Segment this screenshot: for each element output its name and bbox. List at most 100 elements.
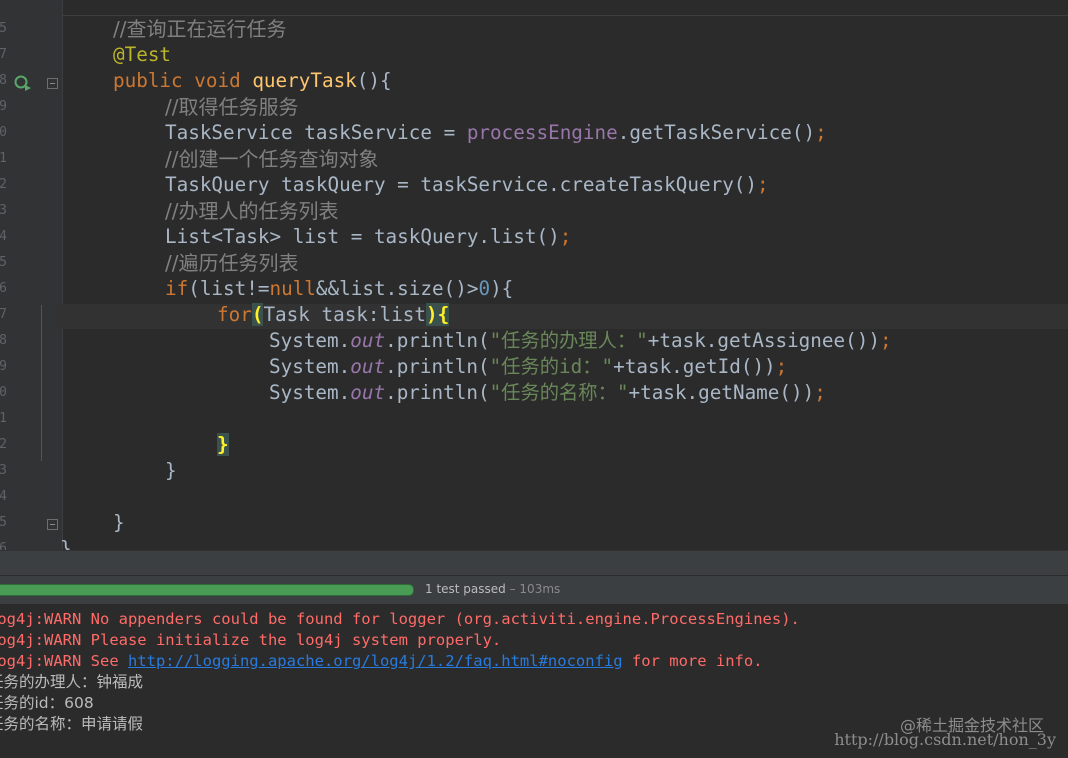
semicolon: ; [757, 173, 769, 196]
console-line: log4j:WARN No appenders could be found f… [0, 610, 800, 628]
console-link[interactable]: http://logging.apache.org/log4j/1.2/faq.… [128, 652, 623, 670]
line-number: 6 [0, 541, 7, 550]
code-text: +task.getName()) [628, 381, 815, 404]
code-text: } [60, 537, 72, 550]
console-line: log4j:WARN See http://logging.apache.org… [0, 651, 763, 672]
code-line: System.out.println("任务的名称："+task.getName… [269, 380, 826, 406]
code-line: } [165, 458, 177, 484]
keyword: if [165, 277, 189, 300]
line-number: 5 [0, 21, 7, 36]
code-line: //办理人的任务列表 [165, 198, 338, 224]
code-editor[interactable]: 5 7 8 9 0 1 2 3 4 5 6 7 8 9 0 1 2 3 4 5 6 //查询正在运行任务 @Test p… [0, 0, 1068, 550]
test-status-label: 1 test passed [425, 582, 506, 596]
code-line: for(Task task:list){ [217, 302, 450, 328]
panel-divider[interactable] [0, 550, 1068, 576]
console-text: for more info. [622, 652, 763, 670]
editor-gutter: 5 7 8 9 0 1 2 3 4 5 6 7 8 9 0 1 2 3 4 5 6 [0, 0, 63, 550]
static-field: out [350, 381, 386, 404]
static-field: out [350, 355, 386, 378]
code-text: (){ [356, 69, 392, 92]
string-literal: "任务的id：" [489, 355, 614, 378]
code-text: Task task:list [263, 303, 426, 326]
code-line: public void queryTask(){ [113, 68, 392, 94]
code-line: System.out.println("任务的id："+task.getId()… [269, 354, 787, 380]
semicolon: ; [775, 355, 788, 378]
matched-brace: } [217, 433, 229, 456]
code-line: if(list!=null&&list.size()>0){ [165, 276, 513, 302]
test-duration: – 103ms [505, 582, 561, 596]
number-literal: 0 [478, 277, 491, 300]
comment: //查询正在运行任务 [113, 17, 287, 41]
code-line: TaskService taskService = processEngine.… [165, 120, 827, 146]
comment: //办理人的任务列表 [165, 199, 339, 223]
code-text: List<Task> list = taskQuery.list() [165, 225, 560, 248]
line-number: 2 [0, 437, 7, 452]
console-line: 任务的id：608 [0, 694, 94, 712]
console-line: log4j:WARN Please initialize the log4j s… [0, 631, 502, 649]
fold-toggle-icon[interactable] [47, 519, 58, 530]
code-text: .println( [385, 381, 490, 404]
line-number: 5 [0, 255, 7, 270]
semicolon: ; [559, 225, 572, 248]
test-status: 1 test passed – 103ms [425, 582, 560, 596]
code-text: .println( [385, 329, 490, 352]
line-number: 3 [0, 203, 7, 218]
code-text: System. [269, 355, 351, 378]
matched-brace: { [437, 303, 450, 326]
line-number: 6 [0, 281, 7, 296]
console-line: 任务的名称：申请请假 [0, 715, 144, 733]
static-field: out [350, 329, 386, 352]
method-name: queryTask [252, 69, 357, 92]
comment: //取得任务服务 [165, 95, 299, 119]
matched-paren: ( [251, 303, 264, 326]
line-number: 7 [0, 307, 7, 322]
comment: //创建一个任务查询对象 [165, 147, 379, 171]
line-number: 8 [0, 333, 7, 348]
current-line-highlight [56, 304, 1068, 329]
code-text: System. [269, 381, 351, 404]
code-line: @Test [113, 42, 171, 68]
code-text: ){ [490, 277, 514, 300]
code-line: } [217, 432, 229, 458]
string-literal: "任务的办理人：" [489, 329, 648, 352]
console-text: log4j:WARN See [0, 652, 128, 670]
line-number: 5 [0, 515, 7, 530]
code-line: System.out.println("任务的办理人："+task.getAss… [269, 328, 892, 354]
fold-guide-line [41, 305, 42, 461]
line-number: 0 [0, 125, 7, 140]
line-number: 1 [0, 151, 7, 166]
watermark-url: http://blog.csdn.net/hon_3y [834, 730, 1056, 749]
code-text: } [165, 459, 177, 482]
code-line: List<Task> list = taskQuery.list(); [165, 224, 571, 250]
string-literal: "任务的名称：" [489, 381, 629, 404]
code-line: //查询正在运行任务 [113, 16, 286, 42]
line-number: 4 [0, 489, 7, 504]
run-test-icon[interactable] [13, 74, 33, 92]
code-text: +task.getId()) [613, 355, 776, 378]
keyword: for [217, 303, 252, 326]
code-line: //创建一个任务查询对象 [165, 146, 378, 172]
code-text: +task.getAssignee()) [647, 329, 880, 352]
line-number: 3 [0, 463, 7, 478]
code-line: TaskQuery taskQuery = taskService.create… [165, 172, 769, 198]
line-number: 9 [0, 359, 7, 374]
semicolon: ; [815, 121, 827, 144]
semicolon: ; [879, 329, 892, 352]
code-line: } [113, 510, 125, 536]
line-number: 8 [0, 73, 7, 88]
line-number: 0 [0, 385, 7, 400]
test-progress-bar [0, 584, 414, 596]
keyword: void [194, 69, 241, 92]
annotation: @Test [113, 43, 172, 66]
fold-toggle-icon[interactable] [47, 78, 58, 89]
keyword: public [113, 69, 183, 92]
code-line: //遍历任务列表 [165, 250, 298, 276]
console-line: 任务的办理人：钟福成 [0, 673, 144, 691]
comment: //遍历任务列表 [165, 251, 299, 275]
test-run-toolbar: 1 test passed – 103ms [0, 575, 1068, 605]
line-number: 1 [0, 411, 7, 426]
code-text: } [113, 511, 125, 534]
code-text: TaskService taskService = [165, 121, 467, 144]
line-number: 9 [0, 99, 7, 114]
code-text: (list!= [188, 277, 270, 300]
